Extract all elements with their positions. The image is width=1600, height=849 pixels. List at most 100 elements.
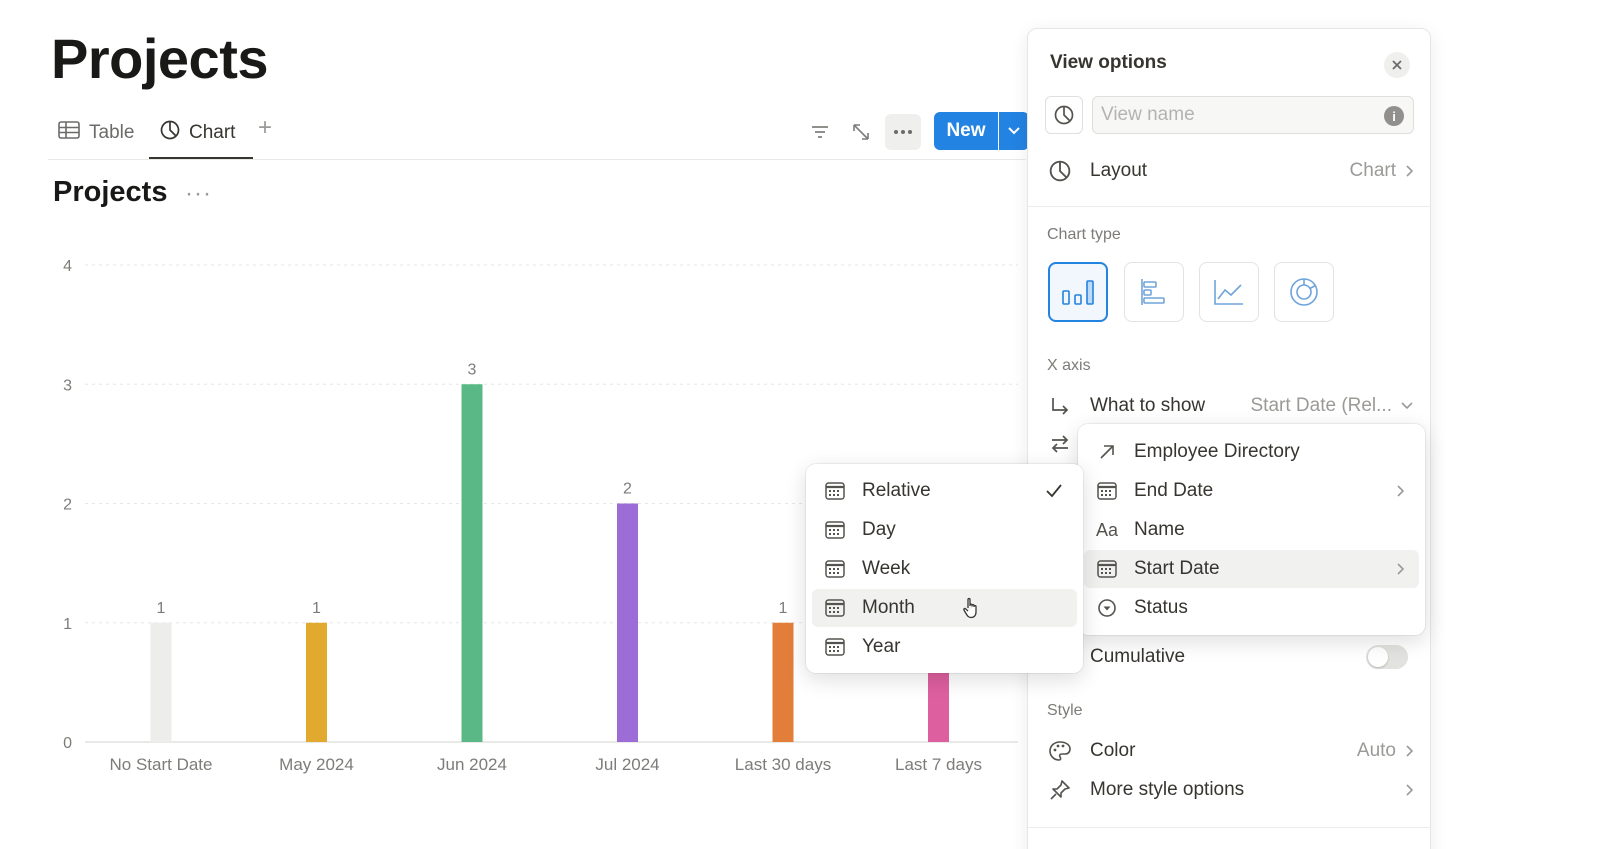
chart-type-horizontal-bar[interactable]: [1124, 262, 1184, 322]
filter-icon: [812, 126, 828, 138]
page-title: Projects: [51, 27, 269, 90]
chevron-right-icon: [1406, 165, 1414, 177]
field-option-name[interactable]: Aa Name: [1084, 511, 1419, 549]
color-label: Color: [1090, 740, 1136, 761]
chart-bar: [306, 622, 327, 742]
more-style-options-row[interactable]: More style options: [1044, 771, 1414, 809]
y-tick-label: 0: [63, 735, 72, 752]
text-aa-icon: Aa: [1095, 519, 1119, 540]
swap-arrows-icon: [1044, 433, 1076, 455]
color-value: Auto: [1356, 740, 1396, 761]
field-option-status[interactable]: Status: [1084, 589, 1419, 627]
x-category-label: Last 7 days: [895, 755, 982, 774]
field-option-start-date[interactable]: Start Date: [1084, 550, 1419, 588]
layout-value: Chart: [1349, 160, 1396, 181]
x-category-label: May 2024: [279, 755, 354, 774]
bar-value-label: 1: [779, 600, 788, 617]
field-option-employee-directory[interactable]: Employee Directory: [1084, 433, 1419, 471]
x-category-label: Jun 2024: [437, 755, 507, 774]
layout-label: Layout: [1090, 160, 1148, 181]
granularity-option-relative[interactable]: Relative: [812, 472, 1077, 510]
chevron-right-icon: [1406, 784, 1414, 796]
granularity-label: Week: [862, 558, 911, 579]
chart-type-donut[interactable]: [1274, 262, 1334, 322]
expand-button[interactable]: [843, 114, 879, 150]
view-name-input[interactable]: [1092, 96, 1414, 134]
y-tick-label: 4: [63, 258, 72, 275]
chevron-right-icon: [1406, 745, 1414, 757]
arrow-up-right-icon: [1090, 443, 1124, 461]
checkmark-icon: [1046, 484, 1062, 498]
x-category-label: No Start Date: [110, 755, 213, 774]
chart-type-line[interactable]: [1199, 262, 1259, 322]
bar-value-label: 1: [157, 600, 166, 617]
active-tab-indicator: [149, 157, 253, 159]
granularity-label: Day: [862, 519, 896, 540]
field-option-label: Start Date: [1134, 558, 1220, 579]
granularity-option-day[interactable]: Day: [812, 511, 1077, 549]
date-granularity-menu: Relative Day Week Month Year: [806, 464, 1083, 673]
x-axis-field-menu: Employee Directory End Date Aa Name Star…: [1078, 424, 1425, 635]
x-category-label: Jul 2024: [595, 755, 659, 774]
panel-divider: [1028, 206, 1430, 207]
field-option-label: Employee Directory: [1134, 441, 1300, 462]
chart-title: Projects: [53, 176, 168, 208]
panel-divider: [1028, 827, 1430, 828]
more-options-button[interactable]: [885, 114, 921, 150]
palette-icon: [1044, 740, 1076, 762]
chart-bar: [772, 622, 794, 742]
add-view-button[interactable]: +: [258, 114, 272, 142]
calendar-icon: [1090, 482, 1124, 500]
more-dots-icon: [894, 130, 912, 134]
close-button[interactable]: [1384, 52, 1410, 78]
expand-icon: [853, 124, 869, 140]
chart-bar: [617, 503, 638, 742]
vertical-bar-chart-icon: [1062, 280, 1094, 305]
what-to-show-row[interactable]: What to show Start Date (Rel...: [1044, 387, 1414, 425]
chevron-down-icon: [1008, 127, 1020, 135]
style-heading: Style: [1047, 702, 1083, 719]
y-tick-label: 2: [63, 497, 72, 514]
granularity-label: Month: [862, 597, 915, 618]
chart-more-button[interactable]: ···: [185, 180, 212, 208]
chart-type-vertical-bar[interactable]: [1048, 262, 1108, 322]
status-icon: [1090, 598, 1124, 618]
chart-bar: [150, 622, 172, 742]
more-style-options-label: More style options: [1090, 779, 1245, 800]
layout-row[interactable]: Layout Chart: [1044, 152, 1414, 190]
bar-value-label: 2: [623, 481, 632, 498]
filter-button[interactable]: [802, 114, 838, 150]
view-icon-picker[interactable]: [1045, 96, 1083, 134]
granularity-option-week[interactable]: Week: [812, 550, 1077, 588]
chevron-right-icon: [1397, 485, 1405, 497]
field-option-end-date[interactable]: End Date: [1084, 472, 1419, 510]
tab-chart[interactable]: Chart: [160, 118, 235, 148]
cumulative-row: Cumulative: [1044, 638, 1414, 676]
y-tick-label: 1: [63, 616, 72, 633]
pointer-hand-cursor-icon: [963, 597, 977, 619]
donut-chart-icon: [1290, 278, 1318, 306]
calendar-icon: [818, 560, 852, 578]
field-option-label: End Date: [1134, 480, 1214, 501]
info-icon[interactable]: i: [1384, 106, 1404, 126]
new-dropdown-button[interactable]: [999, 112, 1029, 150]
granularity-option-month[interactable]: Month: [812, 589, 1077, 627]
field-option-label: Name: [1134, 519, 1185, 540]
y-tick-label: 3: [63, 377, 72, 394]
panel-title: View options: [1050, 52, 1167, 73]
what-to-show-value: Start Date (Rel...: [1250, 395, 1393, 416]
color-row[interactable]: Color Auto: [1044, 732, 1414, 770]
chevron-down-icon: [1401, 402, 1413, 410]
cumulative-toggle[interactable]: [1366, 645, 1408, 669]
chart-type-heading: Chart type: [1047, 226, 1121, 243]
chart-pie-icon: [160, 120, 189, 146]
calendar-icon: [818, 638, 852, 656]
tab-table[interactable]: Table: [58, 118, 134, 148]
arrow-down-right-icon: [1044, 396, 1076, 416]
pin-icon: [1044, 779, 1076, 801]
calendar-icon: [1090, 560, 1124, 578]
granularity-option-year[interactable]: Year: [812, 628, 1077, 666]
new-button[interactable]: New: [934, 112, 998, 150]
field-option-label: Status: [1134, 597, 1188, 618]
tab-chart-label: Chart: [189, 122, 236, 143]
